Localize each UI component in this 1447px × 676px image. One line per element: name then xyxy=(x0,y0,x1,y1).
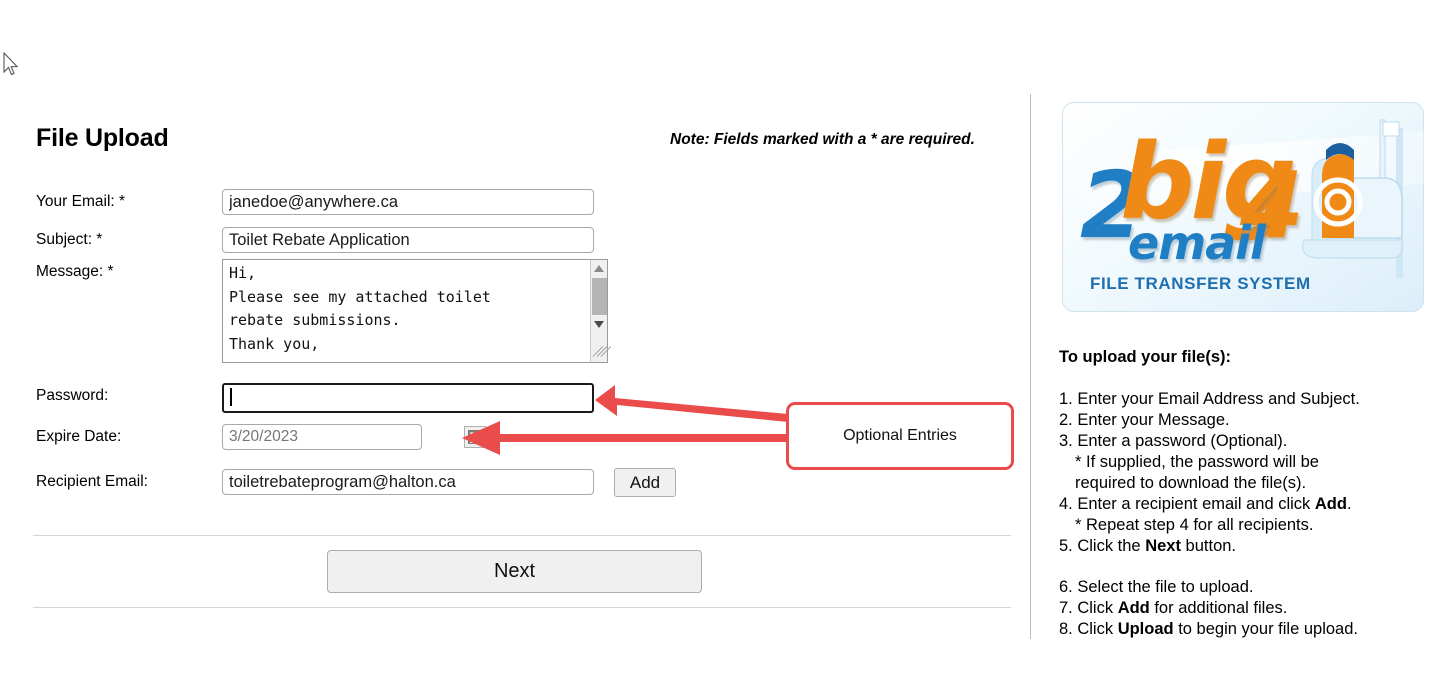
password-label: Password: xyxy=(36,387,109,404)
panel-divider xyxy=(1030,94,1031,639)
text-caret xyxy=(230,388,232,406)
required-fields-note: Note: Fields marked with a * are require… xyxy=(670,131,975,148)
instruction-step: 2. Enter your Message. xyxy=(1059,411,1230,429)
callout-label: Optional Entries xyxy=(843,427,957,444)
page-title: File Upload xyxy=(36,124,169,152)
instruction-step: 1. Enter your Email Address and Subject. xyxy=(1059,390,1360,408)
divider-above-next xyxy=(33,535,1011,536)
message-scrollbar[interactable] xyxy=(590,260,612,362)
next-button[interactable]: Next xyxy=(327,550,702,593)
scroll-down-icon[interactable] xyxy=(591,316,607,333)
your-email-input[interactable] xyxy=(222,189,594,215)
message-label: Message: * xyxy=(36,263,114,280)
recipient-email-label: Recipient Email: xyxy=(36,473,148,490)
instruction-step: * Repeat step 4 for all recipients. xyxy=(1075,516,1314,534)
scroll-up-icon[interactable] xyxy=(591,260,607,277)
message-text: Hi, Please see my attached toilet rebate… xyxy=(229,264,491,353)
instruction-step: 8. Click Upload to begin your file uploa… xyxy=(1059,620,1358,638)
instructions-heading: To upload your file(s): xyxy=(1059,348,1232,366)
subject-label: Subject: * xyxy=(36,231,103,248)
expire-date-input[interactable] xyxy=(222,424,422,450)
expire-date-label: Expire Date: xyxy=(36,428,122,445)
instruction-step: 5. Click the Next button. xyxy=(1059,537,1237,555)
instruction-step: 4. Enter a recipient email and click Add… xyxy=(1059,495,1352,513)
field-row-message: Message: * Hi, Please see my attached to… xyxy=(36,259,996,369)
field-row-subject: Subject: * xyxy=(36,227,996,257)
message-textarea[interactable]: Hi, Please see my attached toilet rebate… xyxy=(222,259,612,363)
instruction-step: 7. Click Add for additional files. xyxy=(1059,599,1288,617)
instruction-step: * If supplied, the password will be xyxy=(1075,453,1319,471)
instruction-step: required to download the file(s). xyxy=(1075,474,1307,492)
logo-caption: FILE TRANSFER SYSTEM xyxy=(1090,274,1311,293)
optional-entries-callout: Optional Entries xyxy=(786,402,1014,470)
upload-form-panel: File Upload Note: Fields marked with a *… xyxy=(0,0,1030,676)
field-row-your-email: Your Email: * xyxy=(36,189,996,219)
logo-part-email: email xyxy=(1128,216,1266,270)
divider-below-next xyxy=(33,607,1011,608)
scrollbar-thumb[interactable] xyxy=(592,278,607,315)
your-email-label: Your Email: * xyxy=(36,193,126,210)
instructions-panel: 2 big 4 email FILE TRANSFER SYSTEM To up… xyxy=(1057,0,1447,676)
instruction-step: 3. Enter a password (Optional). xyxy=(1059,432,1288,450)
brand-logo: 2 big 4 email FILE TRANSFER SYSTEM xyxy=(1062,102,1424,312)
instruction-step: 6. Select the file to upload. xyxy=(1059,578,1254,596)
subject-input[interactable] xyxy=(222,227,594,253)
mailbox-icon xyxy=(1302,119,1403,278)
instructions-list: 1. Enter your Email Address and Subject.… xyxy=(1059,389,1447,640)
resize-grip-icon[interactable] xyxy=(592,336,612,361)
